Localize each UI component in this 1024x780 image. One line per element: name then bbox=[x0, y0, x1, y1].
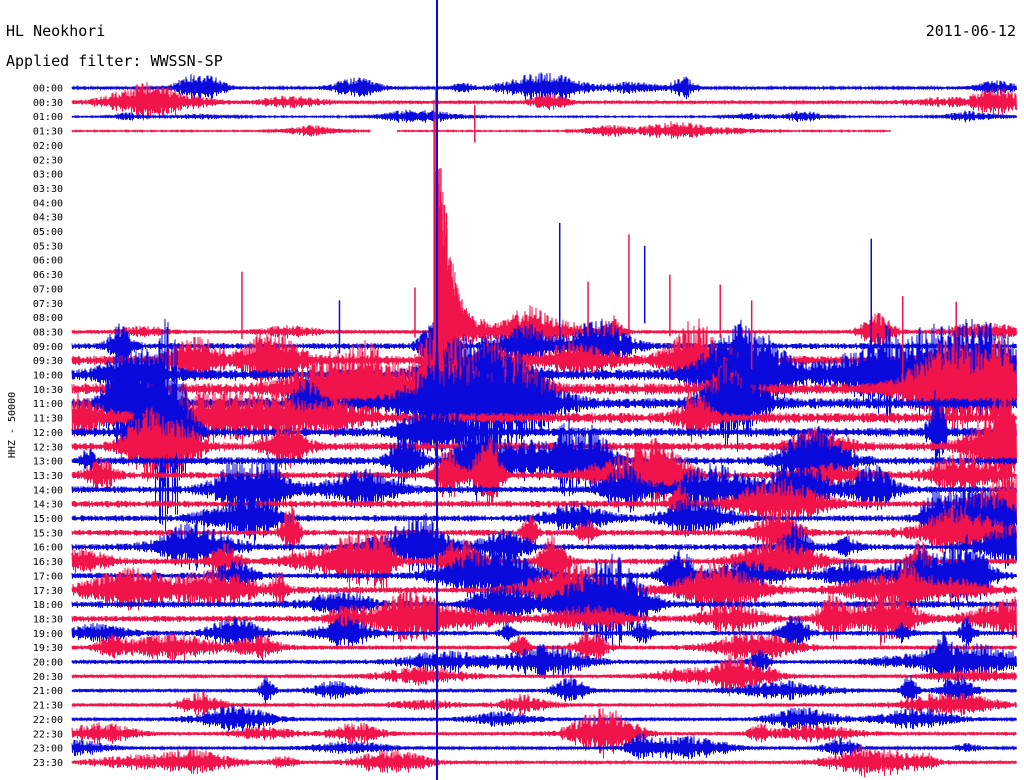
time-tick-label: 15:30 bbox=[33, 528, 63, 539]
time-tick-label: 12:00 bbox=[33, 428, 63, 439]
filter-label: Applied filter: WWSSN-SP bbox=[6, 52, 223, 70]
time-tick-label: 17:00 bbox=[33, 571, 63, 582]
time-tick-label: 12:30 bbox=[33, 442, 63, 453]
time-tick-label: 19:00 bbox=[33, 629, 63, 640]
time-tick-label: 06:30 bbox=[33, 270, 63, 281]
time-tick-label: 08:30 bbox=[33, 327, 63, 338]
time-tick-label: 03:00 bbox=[33, 170, 63, 181]
time-tick-label: 21:30 bbox=[33, 701, 63, 712]
time-tick-label: 10:00 bbox=[33, 371, 63, 382]
time-tick-label: 02:30 bbox=[33, 155, 63, 166]
time-tick-label: 11:30 bbox=[33, 414, 63, 425]
time-tick-label: 14:00 bbox=[33, 485, 63, 496]
time-tick-label: 00:30 bbox=[33, 98, 63, 109]
time-tick-label: 13:30 bbox=[33, 471, 63, 482]
time-tick-label: 03:30 bbox=[33, 184, 63, 195]
time-tick-label: 07:30 bbox=[33, 299, 63, 310]
time-tick-label: 22:30 bbox=[33, 729, 63, 740]
helicorder-plot: 00:00 00:30 01:00 01:30 02:00 02:30 03:00 03:30… bbox=[0, 0, 1024, 780]
time-tick-label: 05:00 bbox=[33, 227, 63, 238]
time-tick-label: 05:30 bbox=[33, 241, 63, 252]
time-tick-label: 18:30 bbox=[33, 614, 63, 625]
time-tick-label: 01:00 bbox=[33, 112, 63, 123]
time-tick-label: 15:00 bbox=[33, 514, 63, 525]
time-tick-label: 23:00 bbox=[33, 744, 63, 755]
time-tick-label: 13:00 bbox=[33, 457, 63, 468]
time-tick-label: 18:00 bbox=[33, 600, 63, 611]
time-tick-label: 09:00 bbox=[33, 342, 63, 353]
time-tick-label: 20:00 bbox=[33, 658, 63, 669]
time-tick-label: 16:30 bbox=[33, 557, 63, 568]
station-title: HL Neokhori bbox=[6, 22, 105, 40]
time-tick-label: 04:30 bbox=[33, 213, 63, 224]
time-tick-label: 09:30 bbox=[33, 356, 63, 367]
time-tick-label: 01:30 bbox=[33, 127, 63, 138]
time-tick-label: 19:30 bbox=[33, 643, 63, 654]
time-tick-label: 16:00 bbox=[33, 543, 63, 554]
time-tick-label: 06:00 bbox=[33, 256, 63, 267]
time-tick-label: 11:00 bbox=[33, 399, 63, 410]
time-tick-label: 00:00 bbox=[33, 84, 63, 95]
time-tick-label: 07:00 bbox=[33, 284, 63, 295]
time-tick-label: 14:30 bbox=[33, 500, 63, 511]
time-tick-label: 08:00 bbox=[33, 313, 63, 324]
date-label: 2011-06-12 bbox=[926, 22, 1016, 40]
time-tick-label: 20:30 bbox=[33, 672, 63, 683]
time-tick-label: 22:00 bbox=[33, 715, 63, 726]
time-tick-label: 21:00 bbox=[33, 686, 63, 697]
time-tick-label: 17:30 bbox=[33, 586, 63, 597]
time-tick-label: 23:30 bbox=[33, 758, 63, 769]
time-tick-label: 04:00 bbox=[33, 198, 63, 209]
time-tick-label: 02:00 bbox=[33, 141, 63, 152]
time-tick-label: 10:30 bbox=[33, 385, 63, 396]
channel-label: HHZ - 50000 bbox=[7, 392, 18, 458]
